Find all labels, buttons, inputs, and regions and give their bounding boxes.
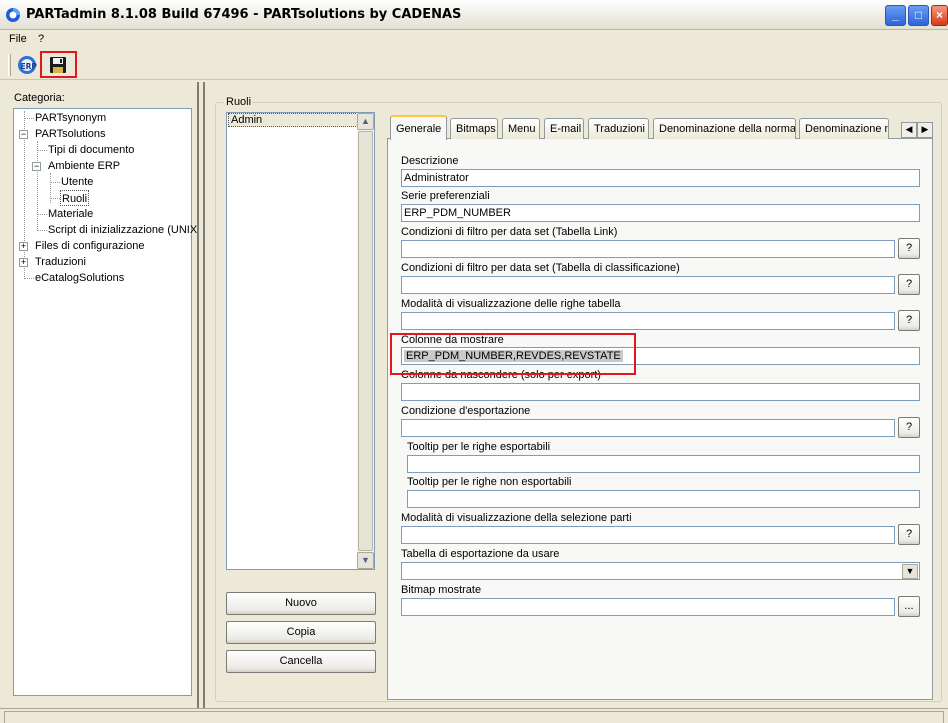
tab-denominazione-n[interactable]: Denominazione n (799, 118, 889, 139)
category-tree[interactable]: PARTsynonym − PARTsolutions Tipi di docu… (13, 108, 197, 696)
minimize-button[interactable]: _ (885, 5, 906, 26)
condizione-esportazione-label: Condizione d'esportazione (401, 405, 531, 417)
maximize-button[interactable]: □ (908, 5, 929, 26)
tabella-esportazione-label: Tabella di esportazione da usare (401, 548, 560, 560)
close-button[interactable]: × (931, 5, 948, 26)
filtro-class-label: Condizioni di filtro per data set (Tabel… (401, 262, 680, 274)
svg-text:ERP: ERP (21, 62, 38, 71)
toolbar-grip (8, 54, 11, 76)
modalita-righe-field[interactable] (401, 312, 895, 330)
save-button[interactable] (40, 51, 77, 78)
tree-item-ruoli[interactable]: Ruoli (60, 190, 90, 206)
tree-item-ambiente-erp[interactable]: Ambiente ERP (48, 158, 120, 174)
tab-denominazione-norma[interactable]: Denominazione della norma (653, 118, 796, 139)
modalita-selezione-help-button[interactable]: ? (898, 524, 920, 545)
tooltip-esportabili-field[interactable] (407, 455, 920, 473)
modalita-righe-label: Modalità di visualizzazione delle righe … (401, 298, 621, 310)
maximize-icon: □ (914, 8, 923, 22)
colonne-nascondere-field[interactable] (401, 383, 920, 401)
tree-item-files-configurazione[interactable]: Files di configurazione (35, 238, 144, 254)
minimize-icon: _ (892, 8, 899, 22)
filtro-class-field[interactable] (401, 276, 895, 294)
toolbar (0, 48, 948, 80)
tree-item-tipi-documento[interactable]: Tipi di documento (48, 142, 134, 158)
serie-label: Serie preferenziali (401, 190, 490, 202)
floppy-disk-icon (50, 57, 66, 73)
expand-icon[interactable]: + (19, 242, 28, 251)
roles-list[interactable] (226, 112, 375, 570)
collapse-icon[interactable]: − (32, 162, 41, 171)
tab-scroll-left-icon[interactable]: ◀ (901, 122, 917, 138)
erp-icon[interactable]: ERP (16, 54, 38, 76)
splitter-left[interactable] (197, 82, 199, 708)
tree-item-partsolutions[interactable]: PARTsolutions (35, 126, 106, 142)
tab-email[interactable]: E-mail (544, 118, 584, 139)
tree-item-partsynonym[interactable]: PARTsynonym (35, 110, 106, 126)
filtro-class-help-button[interactable]: ? (898, 274, 920, 295)
scrollbar-thumb[interactable] (358, 131, 373, 551)
scroll-down-icon[interactable]: ▼ (357, 552, 374, 569)
nuovo-button[interactable]: Nuovo (226, 592, 376, 615)
highlight-box (390, 333, 636, 375)
tooltip-esportabili-label: Tooltip per le righe esportabili (407, 441, 551, 453)
tab-menu[interactable]: Menu (502, 118, 540, 139)
condizione-esportazione-help-button[interactable]: ? (898, 417, 920, 438)
menu-file[interactable]: File (9, 33, 27, 45)
tree-item-ecatalogsolutions[interactable]: eCatalogSolutions (35, 270, 124, 286)
tab-traduzioni[interactable]: Traduzioni (588, 118, 649, 139)
modalita-selezione-field[interactable] (401, 526, 895, 544)
menu-help[interactable]: ? (38, 33, 44, 45)
serie-field[interactable]: ERP_PDM_NUMBER (401, 204, 920, 222)
bitmap-browse-button[interactable]: ... (898, 596, 920, 617)
filtro-link-field[interactable] (401, 240, 895, 258)
expand-icon[interactable]: + (19, 258, 28, 267)
tab-scroll-right-icon[interactable]: ▶ (917, 122, 933, 138)
descrizione-label: Descrizione (401, 155, 459, 167)
ruoli-group-label: Ruoli (224, 96, 254, 108)
tree-item-traduzioni[interactable]: Traduzioni (35, 254, 86, 270)
filtro-link-label: Condizioni di filtro per data set (Tabel… (401, 226, 618, 238)
bitmap-label: Bitmap mostrate (401, 584, 482, 596)
tree-item-script-inizializzazione[interactable]: Script di inizializzazione (UNIX (48, 222, 197, 238)
status-panel (4, 711, 944, 723)
tooltip-non-esportabili-label: Tooltip per le righe non esportabili (407, 476, 572, 488)
splitter-right[interactable] (203, 82, 205, 708)
tabella-esportazione-select[interactable] (401, 562, 920, 580)
tab-generale[interactable]: Generale (390, 115, 447, 140)
filtro-link-help-button[interactable]: ? (898, 238, 920, 259)
app-logo-icon (6, 8, 20, 22)
window-title: PARTadmin 8.1.08 Build 67496 - PARTsolut… (26, 7, 462, 22)
descrizione-field[interactable]: Administrator (401, 169, 920, 187)
close-icon: × (935, 8, 943, 22)
bitmap-field[interactable] (401, 598, 895, 616)
chevron-down-icon[interactable]: ▼ (902, 564, 918, 579)
copia-button[interactable]: Copia (226, 621, 376, 644)
cancella-button[interactable]: Cancella (226, 650, 376, 673)
modalita-righe-help-button[interactable]: ? (898, 310, 920, 331)
modalita-selezione-label: Modalità di visualizzazione della selezi… (401, 512, 632, 524)
categoria-label: Categoria: (14, 92, 65, 104)
tab-bitmaps[interactable]: Bitmaps (450, 118, 498, 139)
menu-bar (0, 30, 948, 48)
tree-item-materiale[interactable]: Materiale (48, 206, 93, 222)
list-item[interactable]: Admin (228, 113, 358, 127)
scroll-up-icon[interactable]: ▲ (357, 113, 374, 130)
condizione-esportazione-field[interactable] (401, 419, 895, 437)
collapse-icon[interactable]: − (19, 130, 28, 139)
tree-item-utente[interactable]: Utente (61, 174, 93, 190)
tooltip-non-esportabili-field[interactable] (407, 490, 920, 508)
